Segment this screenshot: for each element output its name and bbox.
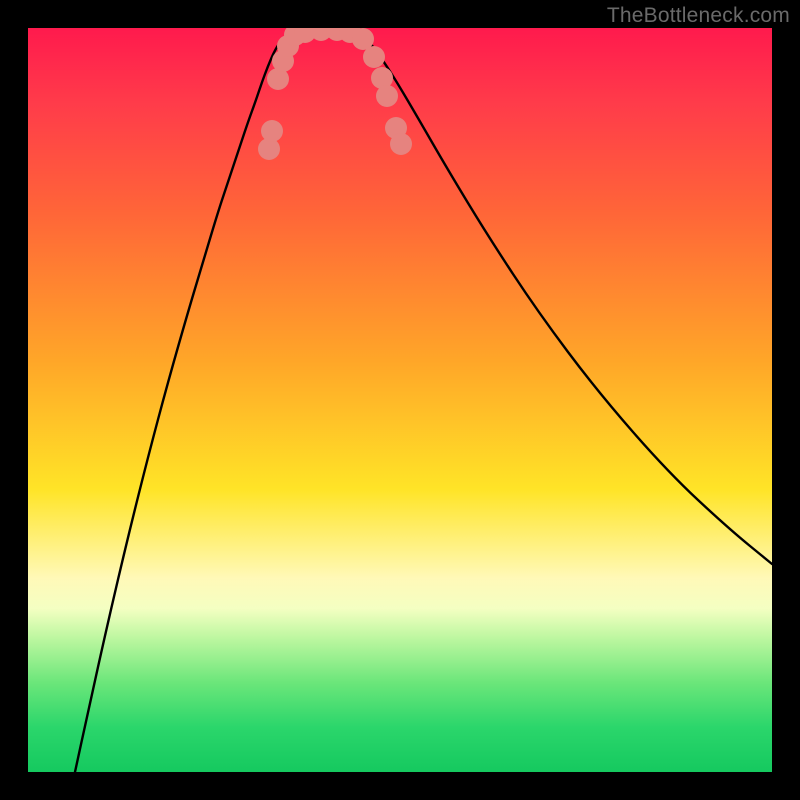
curve-lines (75, 30, 772, 772)
series-right-branch (358, 32, 772, 564)
data-marker (390, 133, 412, 155)
chart-frame: TheBottleneck.com (0, 0, 800, 800)
curve-svg (28, 28, 772, 772)
data-marker (261, 120, 283, 142)
watermark-label: TheBottleneck.com (607, 4, 790, 28)
data-marker (376, 85, 398, 107)
plot-area (28, 28, 772, 772)
marker-cluster (258, 28, 412, 160)
data-marker (363, 46, 385, 68)
